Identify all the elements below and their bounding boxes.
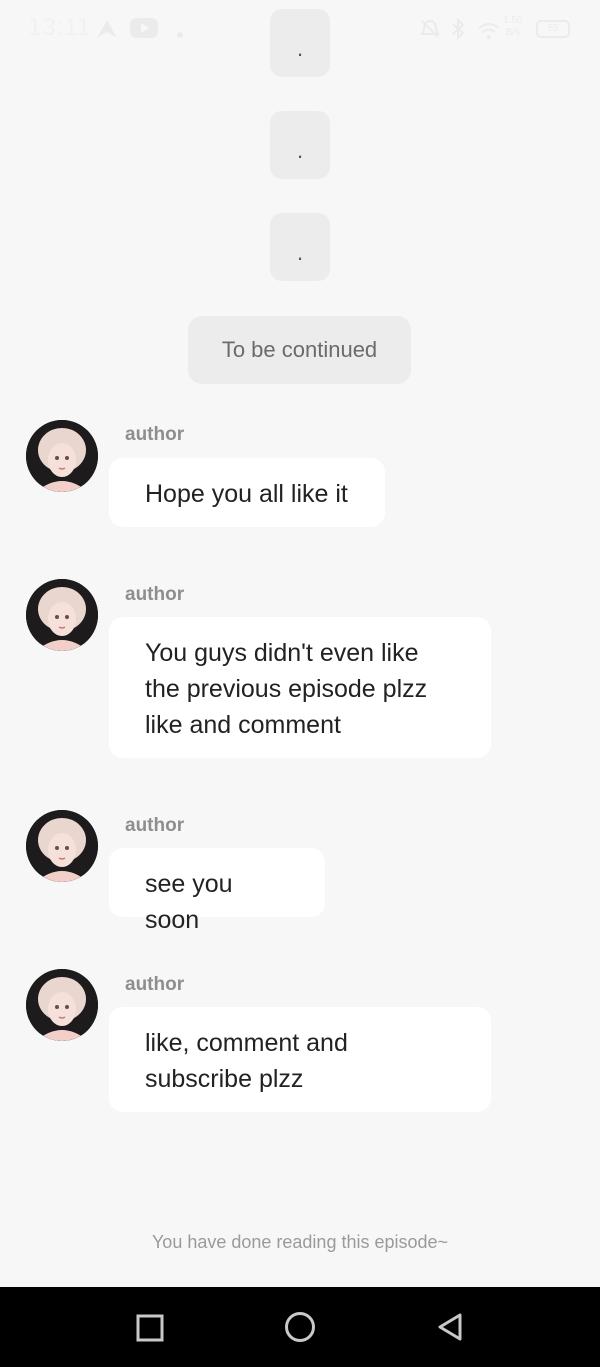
navigation-bar (0, 1287, 600, 1367)
battery-icon: 55 (536, 20, 570, 38)
bluetooth-icon (450, 17, 466, 45)
recent-apps-icon[interactable] (136, 1314, 164, 1347)
network-speed-value: 1.50 (503, 15, 523, 26)
network-speed-unit: B/s (505, 27, 520, 38)
message-text: like, comment and subscribe plzz (145, 1029, 348, 1093)
message-sender: author (125, 974, 185, 995)
back-icon[interactable] (436, 1312, 464, 1347)
message-bubble: Hope you all like it (109, 458, 385, 527)
navigation-icon (95, 18, 119, 45)
message-bubble: You guys didn't even like the previous e… (109, 617, 491, 758)
narration-dot-bubble: . (270, 213, 330, 281)
narration-dot-bubble: . (270, 9, 330, 77)
youtube-icon (130, 18, 158, 43)
message-bubble: see you soon (109, 848, 325, 934)
message-sender: author (125, 815, 185, 836)
message-text: see you soon (145, 870, 233, 934)
dot-icon (176, 26, 184, 44)
wifi-icon (478, 22, 500, 45)
message-text: You guys didn't even like the previous e… (145, 639, 428, 739)
alarm-off-icon (419, 18, 441, 45)
to-be-continued-text: To be continued (221, 337, 378, 362)
episode-end-text: You have done reading this episode~ (151, 1232, 449, 1252)
message-bubble: like, comment and subscribe plzz (109, 1007, 491, 1112)
status-time: 13:11 (28, 14, 92, 41)
author-avatar[interactable] (26, 810, 98, 882)
narration-dot-bubble: . (270, 111, 330, 179)
narration-dot-text: . (296, 138, 304, 163)
narration-dot-text: . (296, 36, 304, 61)
to-be-continued-bubble: To be continued (188, 316, 411, 384)
author-avatar[interactable] (26, 420, 98, 492)
message-text: Hope you all like it (145, 480, 348, 508)
message-sender: author (125, 584, 185, 605)
author-avatar[interactable] (26, 579, 98, 651)
home-icon[interactable] (284, 1311, 316, 1348)
narration-dot-text: . (296, 240, 304, 265)
battery-level: 55 (547, 23, 559, 34)
author-avatar[interactable] (26, 969, 98, 1041)
network-speed: 1.50 B/s (503, 15, 522, 39)
message-sender: author (125, 424, 185, 445)
